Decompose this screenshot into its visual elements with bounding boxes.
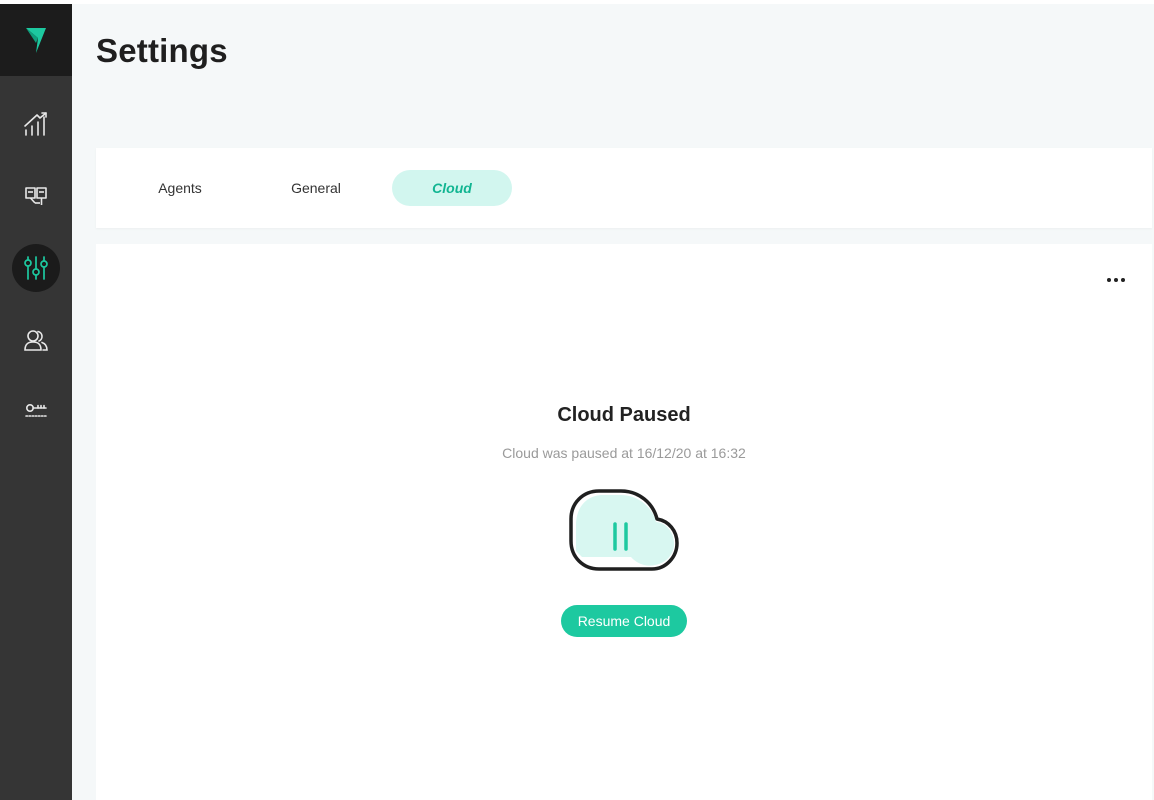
board-icon xyxy=(25,187,47,205)
more-icon xyxy=(1107,278,1125,282)
status-title: Cloud Paused xyxy=(557,404,691,426)
sidebar-item-analytics[interactable] xyxy=(12,100,60,148)
sidebar-item-tasks[interactable] xyxy=(12,172,60,220)
chart-icon xyxy=(24,112,47,136)
sidebar-item-users[interactable] xyxy=(12,316,60,364)
sidebar xyxy=(0,4,72,800)
users-icon xyxy=(24,330,48,351)
more-options-button[interactable] xyxy=(1102,268,1130,292)
logo[interactable] xyxy=(0,4,72,76)
key-icon xyxy=(25,403,47,417)
resume-cloud-button[interactable]: Resume Cloud xyxy=(560,605,688,637)
status-subtitle: Cloud was paused at 16/12/20 at 16:32 xyxy=(502,445,746,461)
logo-icon xyxy=(26,28,46,53)
cloud-status: Cloud Paused Cloud was paused at 16/12/2… xyxy=(96,404,1152,637)
page-title: Settings xyxy=(96,32,228,69)
tab-agents[interactable]: Agents xyxy=(128,170,232,206)
app-window: Settings Agents General Cloud Cloud Paus… xyxy=(0,4,1154,800)
tab-general[interactable]: General xyxy=(268,170,364,206)
sliders-icon xyxy=(24,256,48,280)
sidebar-item-settings[interactable] xyxy=(12,244,60,292)
sidebar-item-keys[interactable] xyxy=(12,388,60,436)
cloud-panel: Cloud Paused Cloud was paused at 16/12/2… xyxy=(96,244,1152,800)
cloud-pause-icon xyxy=(569,489,679,571)
main-content: Settings Agents General Cloud Cloud Paus… xyxy=(72,4,1154,800)
settings-tabs: Agents General Cloud xyxy=(96,148,1152,228)
tab-cloud[interactable]: Cloud xyxy=(392,170,512,206)
